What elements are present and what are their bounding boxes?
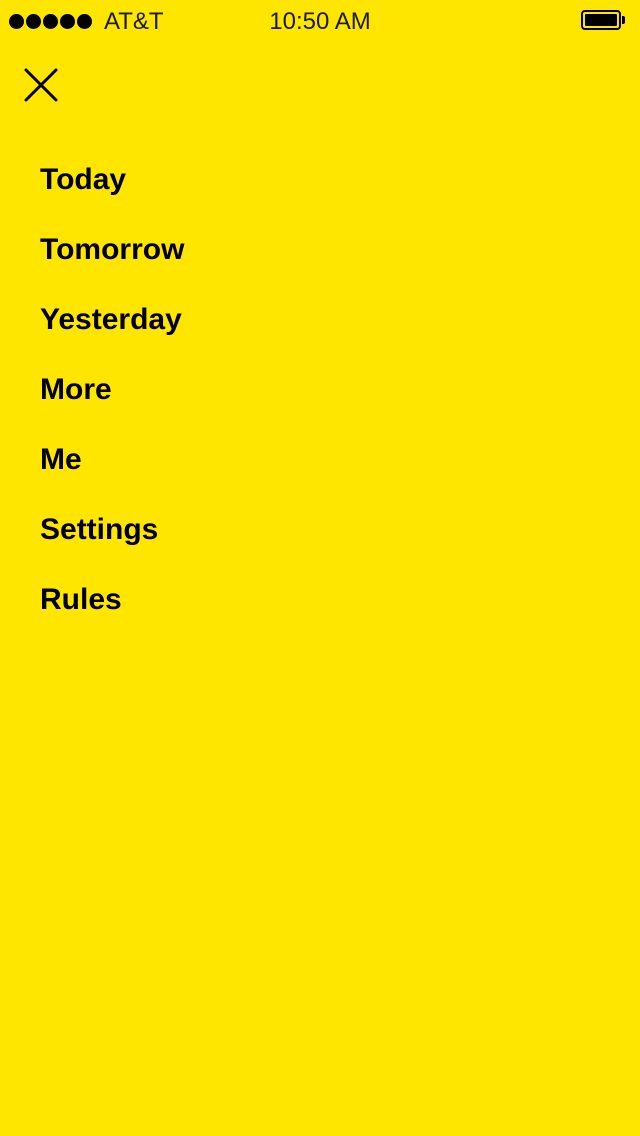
battery-icon <box>581 10 621 30</box>
menu-item-more[interactable]: More <box>40 355 184 425</box>
status-bar: AT&T 10:50 AM <box>0 0 640 40</box>
navigation-menu: Today Tomorrow Yesterday More Me Setting… <box>40 145 184 635</box>
close-button[interactable] <box>18 62 64 108</box>
status-time: 10:50 AM <box>269 8 371 35</box>
battery-level <box>585 14 617 26</box>
menu-item-today[interactable]: Today <box>40 145 184 215</box>
menu-item-tomorrow[interactable]: Tomorrow <box>40 215 184 285</box>
close-icon <box>24 68 58 102</box>
menu-item-me[interactable]: Me <box>40 425 184 495</box>
menu-item-rules[interactable]: Rules <box>40 565 184 635</box>
battery-tip <box>622 16 625 24</box>
menu-item-yesterday[interactable]: Yesterday <box>40 285 184 355</box>
menu-item-settings[interactable]: Settings <box>40 495 184 565</box>
